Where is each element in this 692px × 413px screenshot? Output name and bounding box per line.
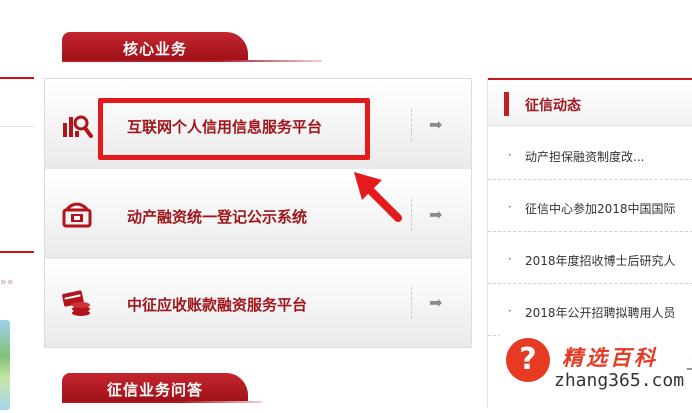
left-thumbnail-image[interactable] <box>0 320 10 410</box>
list-item[interactable]: · 动产担保融资制度改... <box>488 128 692 180</box>
question-badge-icon: ? <box>506 338 550 382</box>
left-column: »» <box>0 0 34 413</box>
credit-qa-header: 征信业务问答 <box>62 373 262 403</box>
list-item[interactable]: · 征信中心参加2018中国国际 <box>488 180 692 232</box>
news-header-marker <box>504 92 509 116</box>
credit-search-icon <box>63 115 93 138</box>
clipped-text: 上 <box>686 354 692 374</box>
list-item[interactable]: · 2018年度招收博士后研究人 <box>488 232 692 284</box>
service-label[interactable]: 动产融资统一登记公示系统 <box>127 206 307 227</box>
card-coins-icon <box>62 290 90 316</box>
left-top-rule <box>0 77 34 79</box>
item-divider <box>411 287 412 319</box>
more-link[interactable]: »» <box>0 275 13 288</box>
bullet-icon: · <box>508 200 512 214</box>
core-business-tab: 核心业务 <box>62 32 248 62</box>
core-business-title: 核心业务 <box>122 40 187 58</box>
watermark-site: zhang365.com <box>554 370 685 391</box>
left-divider <box>0 126 34 127</box>
arrow-right-icon[interactable]: ➡ <box>429 205 442 224</box>
callout-arrow-icon <box>354 172 402 222</box>
badge-glyph: ? <box>519 342 537 377</box>
core-business-header: 核心业务 <box>62 32 322 62</box>
money-register-icon <box>62 202 92 228</box>
item-divider <box>411 109 412 141</box>
bullet-icon: · <box>508 252 512 266</box>
news-title: 征信动态 <box>525 98 581 114</box>
highlight-box <box>98 98 370 160</box>
bullet-icon: · <box>508 304 512 318</box>
arrow-right-icon[interactable]: ➡ <box>429 293 442 312</box>
news-list: · 动产担保融资制度改... · 征信中心参加2018中国国际 · 2018年度… <box>488 128 692 336</box>
arrow-right-icon[interactable]: ➡ <box>429 115 442 134</box>
service-item-receivables-platform[interactable]: 中征应收账款融资服务平台 ➡ <box>45 259 471 347</box>
watermark-brand: 精选百科 <box>562 346 658 370</box>
news-link[interactable]: 动产担保融资制度改... <box>525 148 644 165</box>
core-business-rule <box>62 60 322 62</box>
item-divider <box>411 199 412 231</box>
service-item-movable-registry[interactable]: 动产融资统一登记公示系统 ➡ <box>45 171 471 259</box>
credit-qa-title[interactable]: 征信业务问答 <box>62 379 248 400</box>
credit-qa-tab[interactable]: 征信业务问答 <box>62 373 248 403</box>
bullet-icon: · <box>508 148 512 162</box>
news-header: 征信动态 <box>488 80 692 126</box>
left-middle-rule <box>0 251 34 253</box>
news-link[interactable]: 征信中心参加2018中国国际 <box>525 200 676 217</box>
credit-qa-rule <box>62 401 262 403</box>
service-label[interactable]: 中征应收账款融资服务平台 <box>127 294 307 315</box>
watermark: ? 精选百科 zhang365.com 上 <box>500 328 692 408</box>
news-link[interactable]: 2018年公开招聘拟聘用人员 <box>525 304 676 321</box>
news-link[interactable]: 2018年度招收博士后研究人 <box>525 252 676 269</box>
